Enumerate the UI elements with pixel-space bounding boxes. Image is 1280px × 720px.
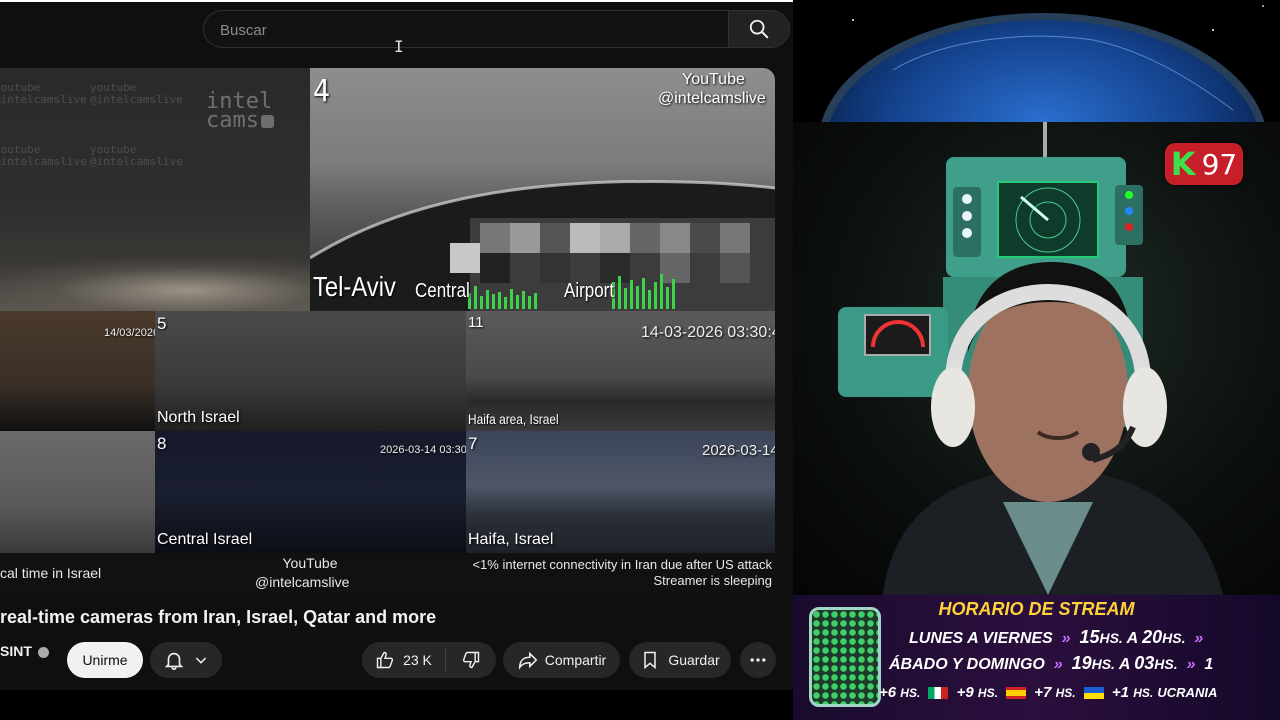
cam-cell-8-side xyxy=(0,431,155,553)
cam-cell-haifa-area: 11 14-03-2026 03:30:47 Haifa area, Israe… xyxy=(466,311,775,431)
like-dislike-group: 23 K xyxy=(362,642,496,678)
k-logo-icon: K xyxy=(1170,145,1196,183)
double-chevron-icon: » xyxy=(1182,656,1200,673)
ukraine-flag-icon xyxy=(1083,687,1104,700)
cam-number: 4 xyxy=(313,74,331,109)
more-icon xyxy=(750,658,766,662)
cam-number: 7 xyxy=(468,434,478,453)
dislike-button[interactable] xyxy=(446,650,496,670)
earth-background xyxy=(793,0,1280,122)
schedule-weekend: ÁBADO Y DOMINGO » 19HS. A 03HS. » 1 xyxy=(889,653,1214,673)
verified-icon xyxy=(37,646,49,658)
bell-icon xyxy=(164,652,184,670)
top-border xyxy=(0,0,793,2)
spain-flag-icon xyxy=(1006,687,1027,700)
cam-cell-central-israel: 8 2026-03-14 03:30:54 Central Israel xyxy=(155,431,466,553)
cam-airport-label: Airport xyxy=(564,280,615,302)
watermark: youtube@intelcamslive xyxy=(90,143,183,168)
cam-label: North Israel xyxy=(157,409,240,426)
thumb-up-icon xyxy=(376,651,394,669)
search-input[interactable] xyxy=(218,19,702,41)
cam-city: Tel-Aviv xyxy=(313,271,396,302)
channel-name[interactable]: SINT xyxy=(0,643,49,659)
k-score: 97 xyxy=(1201,147,1238,181)
watermark: youtube@intelcamslive xyxy=(90,81,183,106)
subscribe-bell-button[interactable] xyxy=(150,642,222,678)
bookmark-icon xyxy=(644,651,657,670)
cam-timestamp: 2026-03-14 03:30:54 xyxy=(380,444,466,456)
thumb-down-icon xyxy=(462,651,479,669)
earth-graphic xyxy=(821,5,1265,122)
like-button[interactable]: 23 K xyxy=(363,648,446,672)
stream-schedule: HORARIO DE STREAM LUNES A VIERNES » 15HS… xyxy=(793,595,1280,720)
cam-number: 8 xyxy=(157,434,167,453)
cam-number: 11 xyxy=(468,314,484,331)
schedule-title: HORARIO DE STREAM xyxy=(938,599,1135,619)
save-button[interactable]: Guardar xyxy=(629,642,731,678)
cam-yt-label: YouTube xyxy=(682,71,745,88)
cam-cell-5-side: 14/03/2026 03 xyxy=(0,311,155,431)
cam-cell-haifa: 7 2026-03-14 Haifa, Israel xyxy=(466,431,775,553)
intelcams-logo: intel cams xyxy=(206,89,274,133)
cam-label: Haifa area, Israel xyxy=(468,411,559,427)
local-time-label: cal time in Israel xyxy=(0,565,102,581)
cam-handle: @intelcamslive xyxy=(658,90,766,107)
channel-name-text[interactable]: SINT xyxy=(0,643,32,659)
schedule-timezones: +6 HS. +9 HS. +7 HS. +1 HS. UCRANIA xyxy=(879,684,1218,701)
k-score-badge: K 97 xyxy=(1165,143,1243,185)
streamer-scene xyxy=(838,122,1223,595)
share-icon xyxy=(518,651,538,670)
like-count: 23 K xyxy=(403,652,432,668)
stream-jar-icon xyxy=(809,607,881,707)
footer-handle: @intelcamslive xyxy=(255,574,350,590)
cam-cell-top-left: youtube@intelcamslive youtube@intelcamsl… xyxy=(0,68,310,311)
cam-label: Haifa, Israel xyxy=(468,531,554,548)
footer-note-2: Streamer is sleeping xyxy=(653,573,773,588)
search-button[interactable] xyxy=(728,10,790,48)
watermark: youtube@intelcamslive xyxy=(0,81,87,106)
cam-label: Central Israel xyxy=(157,531,253,548)
cam-timestamp: 14/03/2026 03 xyxy=(104,327,155,339)
mexico-flag-icon xyxy=(928,687,949,700)
streamer-webcam xyxy=(793,122,1280,595)
cam-cell-tel-aviv: 4 YouTube @intelcamslive Tel-Aviv Centra… xyxy=(310,68,775,311)
cam-number: 5 xyxy=(157,314,167,333)
double-chevron-icon: » xyxy=(1049,656,1068,673)
text-cursor-icon: I xyxy=(394,37,404,56)
search-box[interactable] xyxy=(203,10,728,48)
double-chevron-icon: » xyxy=(1189,630,1204,647)
chevron-down-icon xyxy=(195,657,207,664)
video-title: real-time cameras from Iran, Israel, Qat… xyxy=(0,607,437,627)
more-actions-button[interactable] xyxy=(740,642,776,678)
video-player[interactable]: youtube@intelcamslive youtube@intelcamsl… xyxy=(0,68,775,593)
share-button[interactable]: Compartir xyxy=(503,642,620,678)
schedule-weekdays: LUNES A VIERNES » 15HS. A 20HS. » xyxy=(909,627,1204,647)
search-icon xyxy=(749,19,769,39)
footer-note-1: <1% internet connectivity in Iran due af… xyxy=(472,557,772,572)
cam-central-label: Central xyxy=(415,280,470,302)
cam-timestamp: 14-03-2026 03:30:47 xyxy=(641,324,775,341)
double-chevron-icon: » xyxy=(1057,630,1075,647)
watermark: youtube@intelcamslive xyxy=(0,143,87,168)
join-button[interactable]: Unirme xyxy=(67,642,143,678)
footer-yt-label: YouTube xyxy=(282,555,338,571)
cam-timestamp: 2026-03-14 xyxy=(702,442,775,459)
cam-cell-north-israel: 5 North Israel xyxy=(155,311,466,431)
youtube-page: I youtube@intelcamslive youtube@intelcam… xyxy=(0,0,793,690)
